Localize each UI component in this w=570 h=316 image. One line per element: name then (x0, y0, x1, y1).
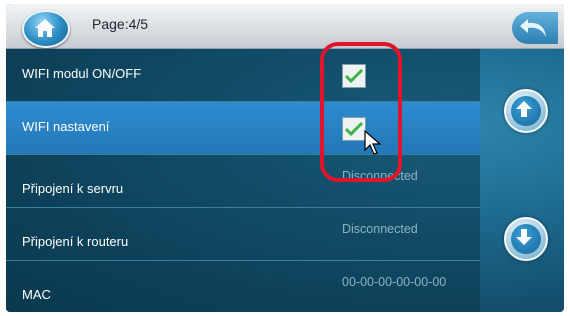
mouse-cursor-icon (364, 130, 382, 155)
back-button[interactable] (512, 12, 558, 44)
row-label: WIFI modul ON/OFF (22, 66, 142, 81)
home-button[interactable] (22, 10, 70, 48)
scroll-panel (480, 49, 564, 312)
row-label: MAC (22, 287, 51, 302)
settings-screen: Page:4/5 WIFI modul ON/OFF WIFI nastaven… (6, 4, 564, 312)
row-label: WIFI nastavení (22, 119, 110, 134)
top-bar: Page:4/5 (6, 4, 564, 49)
arrow-down-icon (516, 229, 532, 245)
row-wifi-module[interactable]: WIFI modul ON/OFF (6, 49, 480, 102)
settings-list: WIFI modul ON/OFF WIFI nastavení Připoje… (6, 49, 480, 312)
row-mac: MAC 00-00-00-00-00-00 (6, 261, 480, 312)
scroll-down-button[interactable] (504, 217, 548, 261)
home-icon (35, 19, 55, 37)
row-router-connection[interactable]: Připojení k routeru Disconnected (6, 208, 480, 261)
row-wifi-settings[interactable]: WIFI nastavení (6, 102, 480, 155)
row-server-connection[interactable]: Připojení k servru Disconnected (6, 155, 480, 208)
arrow-up-icon (516, 101, 532, 117)
scroll-up-button[interactable] (504, 89, 548, 133)
page-indicator: Page:4/5 (92, 16, 149, 32)
highlight-outline (320, 42, 402, 182)
mac-address-value: 00-00-00-00-00-00 (342, 275, 447, 289)
row-label: Připojení k routeru (22, 234, 129, 249)
back-arrow-icon (520, 19, 546, 37)
row-label: Připojení k servru (22, 181, 124, 196)
router-status-value: Disconnected (342, 222, 418, 236)
